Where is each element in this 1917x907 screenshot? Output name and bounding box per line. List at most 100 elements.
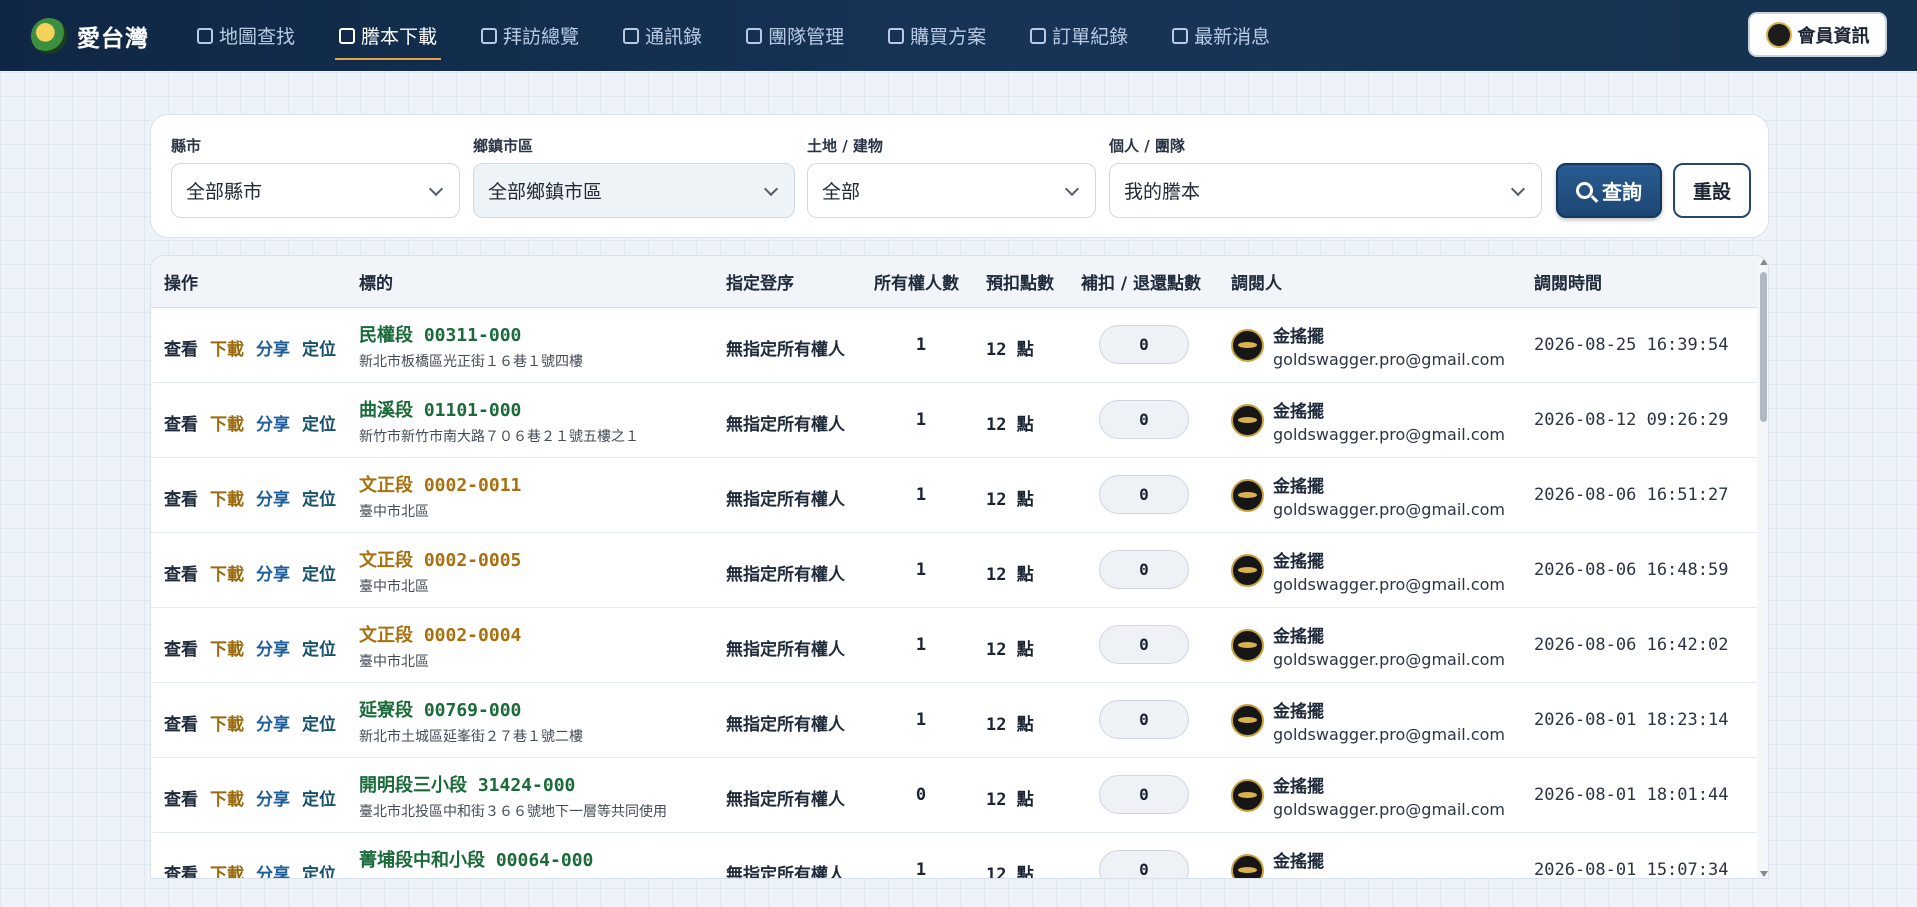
refund-points-badge: 0: [1099, 700, 1189, 739]
nav-order-history[interactable]: 訂單紀錄: [1026, 15, 1132, 57]
share-link[interactable]: 分享: [256, 335, 290, 360]
nav-team-management[interactable]: 團隊管理: [742, 15, 848, 57]
view-link[interactable]: 查看: [164, 485, 198, 510]
locate-link[interactable]: 定位: [302, 860, 336, 878]
team-icon: [746, 27, 763, 44]
share-link[interactable]: 分享: [256, 560, 290, 585]
target-title[interactable]: 菁埔段中和小段 00064-000: [359, 846, 653, 872]
user-name: 金搖擺: [1273, 852, 1324, 872]
target-title[interactable]: 文正段 0002-0011: [359, 471, 521, 497]
view-link[interactable]: 查看: [164, 785, 198, 810]
share-link[interactable]: 分享: [256, 710, 290, 735]
download-link[interactable]: 下載: [210, 635, 244, 660]
scope-select[interactable]: 我的謄本: [1109, 163, 1542, 218]
locate-link[interactable]: 定位: [302, 785, 336, 810]
view-link[interactable]: 查看: [164, 860, 198, 878]
share-link[interactable]: 分享: [256, 785, 290, 810]
owner-count: 1: [915, 635, 927, 655]
brand[interactable]: 愛台灣: [31, 17, 193, 54]
nav-contacts[interactable]: 通訊錄: [619, 15, 706, 57]
view-link[interactable]: 查看: [164, 710, 198, 735]
target-title[interactable]: 文正段 0002-0005: [359, 546, 521, 572]
reset-button[interactable]: 重設: [1673, 163, 1751, 218]
type-select[interactable]: 全部: [807, 163, 1096, 218]
nav-map-search[interactable]: 地圖查找: [193, 15, 299, 57]
nav-label: 通訊錄: [645, 26, 703, 48]
filter-panel: 縣市 全部縣市 鄉鎮市區 全部鄉鎮市區 土地 / 建物 全部 個人 / 團隊 我…: [150, 114, 1769, 238]
user-email: goldswagger.pro@gmail.com: [1273, 800, 1505, 819]
target-address: 臺中市北區: [359, 504, 429, 520]
view-link[interactable]: 查看: [164, 560, 198, 585]
download-link[interactable]: 下載: [210, 560, 244, 585]
locate-link[interactable]: 定位: [302, 560, 336, 585]
row-target: 延寮段 00769-000 新北市土城區延峯街２７巷１號二樓: [359, 696, 583, 746]
view-link[interactable]: 查看: [164, 635, 198, 660]
folder-icon: [888, 27, 905, 44]
requester: 金搖擺 goldswagger.pro@gmail.com: [1231, 847, 1505, 878]
share-link[interactable]: 分享: [256, 410, 290, 435]
target-address: 新竹市新竹市南大路７０６巷２１號五樓之１: [359, 429, 639, 445]
locate-link[interactable]: 定位: [302, 710, 336, 735]
user-name: 金搖擺: [1273, 627, 1324, 647]
map-icon: [197, 27, 213, 44]
refund-points-badge: 0: [1099, 475, 1189, 514]
target-title[interactable]: 曲溪段 01101-000: [359, 396, 639, 422]
download-link[interactable]: 下載: [210, 785, 244, 810]
nav-purchase-plans[interactable]: 購買方案: [884, 15, 990, 57]
county-filter: 縣市 全部縣市: [171, 135, 460, 218]
deducted-points: 12 點: [986, 715, 1034, 735]
deducted-points: 12 點: [986, 340, 1034, 360]
county-select[interactable]: 全部縣市: [171, 163, 460, 218]
owner-count: 1: [915, 335, 927, 355]
nav-transcript-download[interactable]: 謄本下載: [335, 15, 442, 60]
county-label: 縣市: [171, 137, 202, 155]
row-actions: 查看 下載 分享 定位: [164, 410, 348, 435]
designated-owner: 無指定所有權人: [726, 415, 845, 435]
locate-link[interactable]: 定位: [302, 335, 336, 360]
user-name: 金搖擺: [1273, 477, 1324, 497]
download-link[interactable]: 下載: [210, 860, 244, 878]
type-filter: 土地 / 建物 全部: [807, 135, 1096, 218]
locate-link[interactable]: 定位: [302, 635, 336, 660]
target-title[interactable]: 民權段 00311-000: [359, 321, 583, 347]
nav-visit-overview[interactable]: 拜訪總覽: [477, 15, 583, 57]
deducted-points: 12 點: [986, 490, 1034, 510]
chevron-down-icon: [1510, 181, 1526, 197]
district-select[interactable]: 全部鄉鎮市區: [473, 163, 795, 218]
view-link[interactable]: 查看: [164, 335, 198, 360]
download-link[interactable]: 下載: [210, 485, 244, 510]
user-avatar: [1231, 554, 1264, 587]
nav-label: 最新消息: [1194, 26, 1271, 48]
scroll-down-arrow-icon[interactable]: [1760, 871, 1768, 877]
header-points: 預扣點數: [986, 274, 1054, 294]
user-name: 金搖擺: [1273, 777, 1324, 797]
row-target: 文正段 0002-0011 臺中市北區: [359, 471, 521, 521]
target-title[interactable]: 開明段三小段 31424-000: [359, 771, 667, 797]
member-info-button[interactable]: 會員資訊: [1748, 12, 1887, 57]
header-target: 標的: [359, 274, 393, 294]
view-link[interactable]: 查看: [164, 410, 198, 435]
share-link[interactable]: 分享: [256, 485, 290, 510]
designated-owner: 無指定所有權人: [726, 490, 845, 510]
user-avatar: [1231, 629, 1264, 662]
download-link[interactable]: 下載: [210, 710, 244, 735]
share-link[interactable]: 分享: [256, 635, 290, 660]
table-row: 查看 下載 分享 定位 曲溪段 01101-000 新竹市新竹市南大路７０６巷２…: [151, 383, 1757, 458]
target-address: 臺中市北區: [359, 579, 429, 595]
download-link[interactable]: 下載: [210, 410, 244, 435]
locate-link[interactable]: 定位: [302, 410, 336, 435]
scrollbar-thumb[interactable]: [1760, 272, 1767, 422]
query-button[interactable]: 查詢: [1556, 163, 1662, 218]
refund-points-badge: 0: [1099, 625, 1189, 664]
table-row: 查看 下載 分享 定位 民權段 00311-000 新北市板橋區光正街１６巷１號…: [151, 308, 1757, 383]
nav-latest-news[interactable]: 最新消息: [1168, 15, 1274, 57]
share-link[interactable]: 分享: [256, 860, 290, 878]
target-title[interactable]: 延寮段 00769-000: [359, 696, 583, 722]
scroll-up-arrow-icon[interactable]: [1760, 259, 1768, 265]
main-nav: 地圖查找 謄本下載 拜訪總覽 通訊錄 團隊管理 購買方案 訂單紀錄 最新消息: [193, 0, 1310, 71]
user-email: goldswagger.pro@gmail.com: [1273, 875, 1505, 878]
locate-link[interactable]: 定位: [302, 485, 336, 510]
vertical-scrollbar[interactable]: [1757, 256, 1768, 878]
download-link[interactable]: 下載: [210, 335, 244, 360]
target-title[interactable]: 文正段 0002-0004: [359, 621, 521, 647]
